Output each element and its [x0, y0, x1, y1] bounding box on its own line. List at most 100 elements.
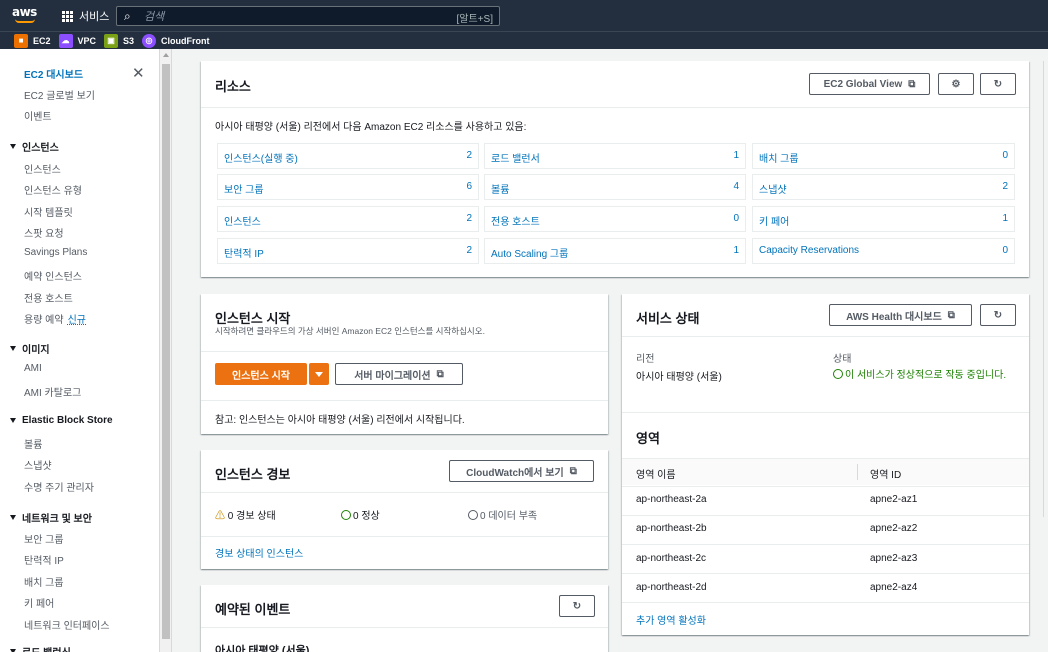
nav-section-images[interactable]: 이미지 — [10, 341, 50, 356]
nav-section-instances[interactable]: 인스턴스 — [10, 139, 59, 154]
nav-snapshots[interactable]: 스냅샷 — [24, 457, 52, 472]
resource-security-groups[interactable]: 보안 그룹 6 — [217, 174, 479, 200]
resource-auto-scaling-groups[interactable]: Auto Scaling 그룹 1 — [484, 238, 746, 264]
ok-state-label: 0 정상 — [353, 511, 380, 522]
section-label: Elastic Block Store — [22, 415, 113, 426]
nav-key-pairs[interactable]: 키 페어 — [24, 595, 54, 610]
zone-name: ap-northeast-2c — [636, 553, 707, 564]
insufficient-data-count[interactable]: 0 데이터 부족 — [468, 507, 537, 522]
resource-load-balancers[interactable]: 로드 밸런서 1 — [484, 143, 746, 169]
resource-capacity-reservations[interactable]: Capacity Reservations 0 — [752, 238, 1015, 264]
divider — [622, 573, 1029, 574]
divider — [622, 336, 1029, 337]
zone-name: ap-northeast-2a — [636, 494, 707, 505]
nav-ami-catalog[interactable]: AMI 카탈로그 — [24, 384, 81, 399]
external-link-icon: ⧉ — [947, 309, 955, 321]
settings-button[interactable]: ⚙ — [938, 73, 974, 95]
refresh-events-button[interactable]: ↻ — [559, 595, 595, 617]
server-migration-button[interactable]: 서버 마이그레이션 ⧉ — [335, 363, 463, 385]
resource-elastic-ips[interactable]: 탄력적 IP 2 — [217, 238, 479, 264]
favorite-s3[interactable]: ▣ S3 — [104, 33, 135, 48]
resource-volumes[interactable]: 볼륨 4 — [484, 174, 746, 200]
resource-instances[interactable]: 인스턴스 2 — [217, 206, 479, 232]
nav-ec2-dashboard[interactable]: EC2 대시보드 — [24, 66, 83, 81]
favorite-vpc[interactable]: ☁ VPC — [58, 33, 96, 48]
nav-launch-templates[interactable]: 시작 템플릿 — [24, 204, 73, 219]
launch-dropdown-button[interactable] — [309, 363, 329, 385]
scheduled-events-panel: 예약된 이벤트 ↻ 아시아 태평양 (서울) — [201, 585, 608, 652]
nav-elastic-ips[interactable]: 탄력적 IP — [24, 552, 64, 567]
nav-capacity-reservations[interactable]: 용량 예약 신규 — [24, 311, 86, 326]
enable-zones-link[interactable]: 추가 영역 활성화 — [636, 612, 706, 627]
launch-note: 참고: 인스턴스는 아시아 태평양 (서울) 리전에서 시작됩니다. — [215, 415, 465, 426]
close-icon[interactable]: ✕ — [132, 64, 145, 82]
resource-count: 2 — [1002, 181, 1008, 192]
favorite-label: S3 — [123, 35, 135, 46]
column-header[interactable]: 영역 ID — [870, 466, 901, 481]
zones-title: 영역 — [636, 431, 660, 446]
search-icon: ⌕ — [124, 9, 131, 23]
nav-savings-plans[interactable]: Savings Plans — [24, 247, 87, 258]
divider — [201, 351, 608, 352]
alarm-state-count[interactable]: ⚠ 0 경보 상태 — [215, 507, 276, 522]
services-menu-button[interactable]: 서비스 — [62, 8, 109, 24]
column-header[interactable]: 영역 이름 — [636, 466, 676, 481]
divider — [622, 412, 1029, 413]
resource-count: 0 — [1002, 150, 1008, 161]
divider — [622, 515, 1029, 516]
ok-state-count[interactable]: 0 정상 — [341, 507, 380, 522]
aws-health-dashboard-button[interactable]: AWS Health 대시보드 ⧉ — [829, 304, 972, 326]
nav-reserved-instances[interactable]: 예약 인스턴스 — [24, 268, 82, 283]
panel-title: 인스턴스 경보 — [215, 467, 291, 482]
search-input[interactable] — [144, 8, 444, 24]
favorite-label: EC2 — [33, 35, 51, 46]
external-link-icon: ⧉ — [569, 465, 577, 477]
favorite-cloudfront[interactable]: ◎ CloudFront — [142, 33, 210, 48]
divider — [201, 536, 608, 537]
resource-key-pairs[interactable]: 키 페어 1 — [752, 206, 1015, 232]
resource-label: 보안 그룹 — [224, 185, 264, 196]
resource-instances-running[interactable]: 인스턴스(실행 중) 2 — [217, 143, 479, 169]
nav-instances[interactable]: 인스턴스 — [24, 161, 61, 176]
nav-dedicated-hosts[interactable]: 전용 호스트 — [24, 290, 73, 305]
ec2-global-view-button[interactable]: EC2 Global View ⧉ — [809, 73, 930, 95]
nav-events[interactable]: 이벤트 — [24, 108, 52, 123]
refresh-button[interactable]: ↻ — [980, 73, 1016, 95]
divider — [201, 400, 608, 401]
refresh-health-button[interactable]: ↻ — [980, 304, 1016, 326]
scroll-up-icon[interactable] — [163, 53, 169, 57]
nav-section-load-balancing[interactable]: 로드 밸런싱 — [10, 644, 71, 652]
nav-ami[interactable]: AMI — [24, 363, 42, 374]
favorites-bar: ■ EC2 ☁ VPC ▣ S3 ◎ CloudFront — [0, 31, 1048, 49]
favorite-ec2[interactable]: ■ EC2 — [14, 33, 51, 48]
section-label: 로드 밸런싱 — [22, 644, 71, 652]
nav-section-ebs[interactable]: Elastic Block Store — [10, 415, 113, 426]
nav-section-network-security[interactable]: 네트워크 및 보안 — [10, 510, 92, 525]
aws-logo[interactable]: aws — [12, 5, 40, 25]
status-label: 상태 — [833, 354, 852, 365]
nav-spot-requests[interactable]: 스팟 요청 — [24, 225, 64, 240]
cloudwatch-button[interactable]: CloudWatch에서 보기 ⧉ — [449, 460, 594, 482]
search-box[interactable]: ⌕ [알트+S] — [116, 6, 500, 26]
resource-snapshots[interactable]: 스냅샷 2 — [752, 174, 1015, 200]
nav-ec2-global-view[interactable]: EC2 글로벌 보기 — [24, 87, 95, 102]
launch-instance-panel: 인스턴스 시작 시작하려면 클라우드의 가상 서버인 Amazon EC2 인스… — [201, 294, 608, 434]
nav-lifecycle-manager[interactable]: 수명 주기 관리자 — [24, 479, 94, 494]
instances-in-alarm-link[interactable]: 경보 상태의 인스턴스 — [215, 545, 303, 560]
resource-count: 4 — [733, 181, 739, 192]
nav-volumes[interactable]: 볼륨 — [24, 436, 42, 451]
nav-label: 용량 예약 — [24, 315, 64, 326]
nav-placement-groups[interactable]: 배치 그룹 — [24, 574, 64, 589]
nav-network-interfaces[interactable]: 네트워크 인터페이스 — [24, 617, 110, 632]
scrollbar-thumb[interactable] — [162, 64, 170, 639]
aws-logo-text: aws — [12, 5, 37, 19]
nav-security-groups[interactable]: 보안 그룹 — [24, 531, 64, 546]
nav-instance-types[interactable]: 인스턴스 유형 — [24, 182, 82, 197]
resource-placement-groups[interactable]: 배치 그룹 0 — [752, 143, 1015, 169]
resource-label: Capacity Reservations — [759, 245, 860, 256]
instance-alarms-panel: 인스턴스 경보 CloudWatch에서 보기 ⧉ ⚠ 0 경보 상태 0 정상… — [201, 450, 608, 569]
sidebar-scrollbar[interactable] — [160, 49, 172, 652]
region-value: 아시아 태평양 (서울) — [636, 372, 722, 383]
resource-dedicated-hosts[interactable]: 전용 호스트 0 — [484, 206, 746, 232]
launch-instance-button[interactable]: 인스턴스 시작 — [215, 363, 307, 385]
